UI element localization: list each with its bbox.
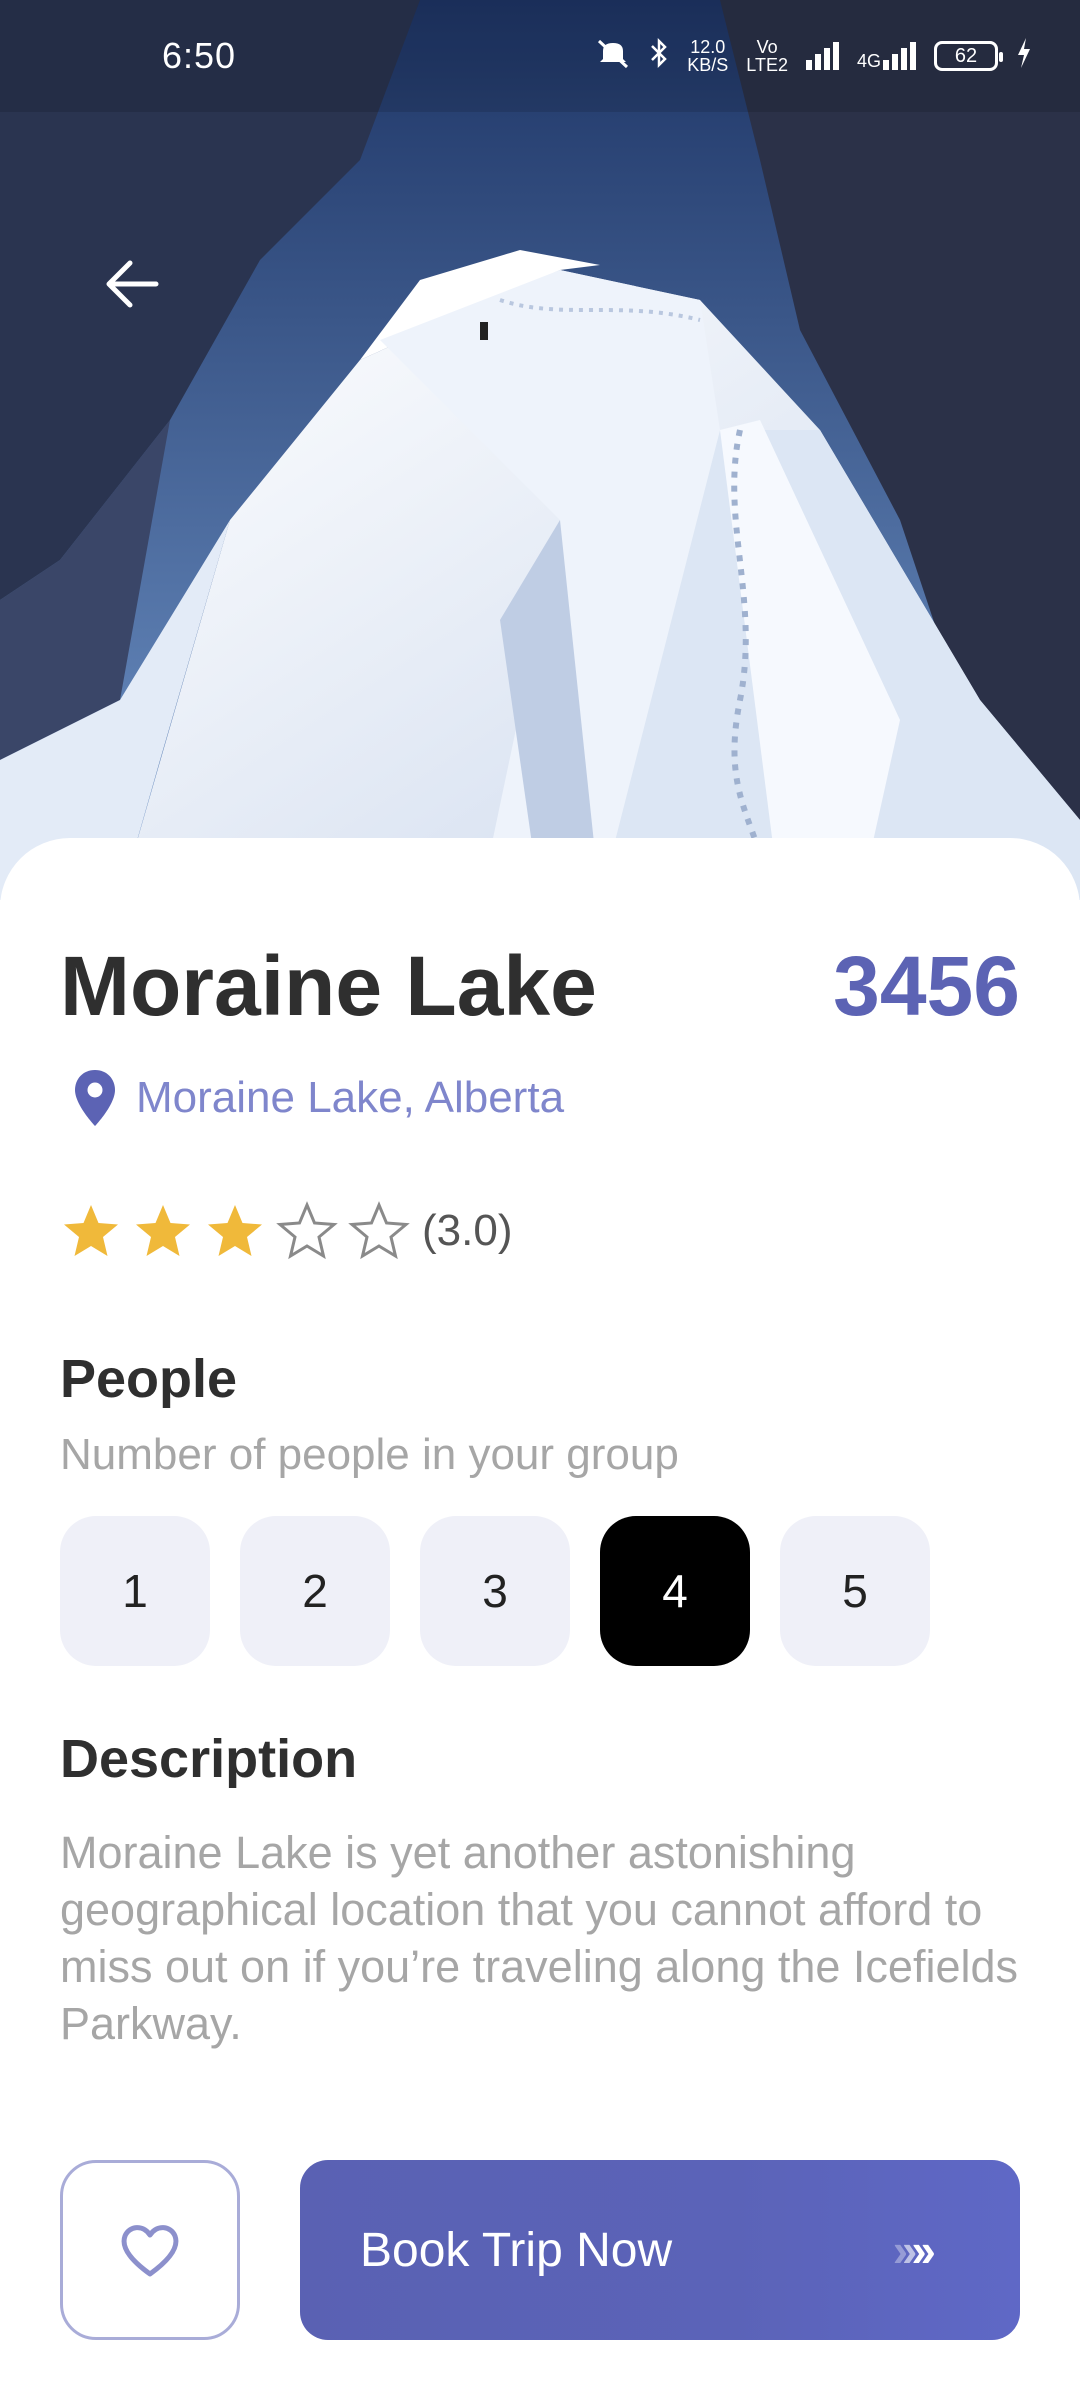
- people-option-1[interactable]: 1: [60, 1516, 210, 1666]
- hero-image: [0, 0, 1080, 900]
- status-bar: 6:50 12.0 KB/S Vo LTE2 4G 62: [0, 0, 1080, 112]
- network-type: 4G: [856, 51, 881, 71]
- rating-value: (3.0): [422, 1206, 513, 1255]
- star-filled-icon: [208, 1205, 262, 1256]
- heart-icon: [121, 2225, 179, 2277]
- title-row: Moraine Lake 3456: [60, 938, 1020, 1035]
- book-trip-label: Book Trip Now: [360, 2223, 673, 2277]
- location-row: Moraine Lake, Alberta: [72, 1068, 564, 1128]
- rating-row: (3.0): [60, 1200, 512, 1262]
- network-indicator: 4G: [857, 42, 916, 70]
- people-option-4[interactable]: 4: [600, 1516, 750, 1666]
- back-button[interactable]: [96, 248, 168, 320]
- net-speed-unit: KB/S: [687, 55, 729, 75]
- description-text: Moraine Lake is yet another astonishing …: [60, 1827, 1019, 2049]
- people-selector: 12345: [60, 1516, 930, 1666]
- signal-icon-sim2: [883, 42, 916, 70]
- location-text: Moraine Lake, Alberta: [136, 1073, 565, 1122]
- star-filled-icon: [136, 1205, 190, 1256]
- battery-icon: 62: [934, 41, 1003, 71]
- star-empty-icon: [276, 1201, 338, 1260]
- signal-icon: [805, 42, 839, 70]
- volte-sim: LTE2: [746, 55, 788, 75]
- net-speed-value: 12.0: [690, 37, 726, 57]
- book-trip-button[interactable]: Book Trip Now ››››: [300, 2160, 1020, 2340]
- place-price: 3456: [833, 939, 1020, 1033]
- people-title: People: [60, 1349, 238, 1409]
- volte-indicator: Vo LTE2: [746, 38, 788, 74]
- place-name: Moraine Lake: [60, 939, 597, 1033]
- volte-label: Vo: [756, 37, 778, 57]
- people-subtitle: Number of people in your group: [60, 1430, 679, 1479]
- arrow-left-icon: [106, 260, 159, 308]
- status-icons: 12.0 KB/S Vo LTE2 4G 62: [595, 37, 1032, 76]
- people-option-3[interactable]: 3: [420, 1516, 570, 1666]
- star-empty-icon: [348, 1201, 410, 1260]
- detail-card: Moraine Lake 3456 Moraine Lake, Alberta …: [0, 838, 1080, 2400]
- location-pin-icon: [75, 1070, 115, 1126]
- star-filled-icon: [64, 1205, 118, 1256]
- people-option-2[interactable]: 2: [240, 1516, 390, 1666]
- description-title: Description: [60, 1729, 358, 1789]
- charging-icon: [1016, 37, 1032, 75]
- rating-stars: [60, 1200, 410, 1262]
- net-speed: 12.0 KB/S: [687, 38, 728, 74]
- status-time: 6:50: [162, 35, 237, 76]
- chevrons-right-icon: ››››: [892, 2224, 937, 2276]
- mute-icon: [595, 37, 631, 76]
- mountain-illustration: [0, 0, 1080, 900]
- favorite-button[interactable]: [60, 2160, 240, 2340]
- bluetooth-icon: [649, 37, 669, 76]
- people-option-5[interactable]: 5: [780, 1516, 930, 1666]
- battery-level: 62: [954, 44, 978, 67]
